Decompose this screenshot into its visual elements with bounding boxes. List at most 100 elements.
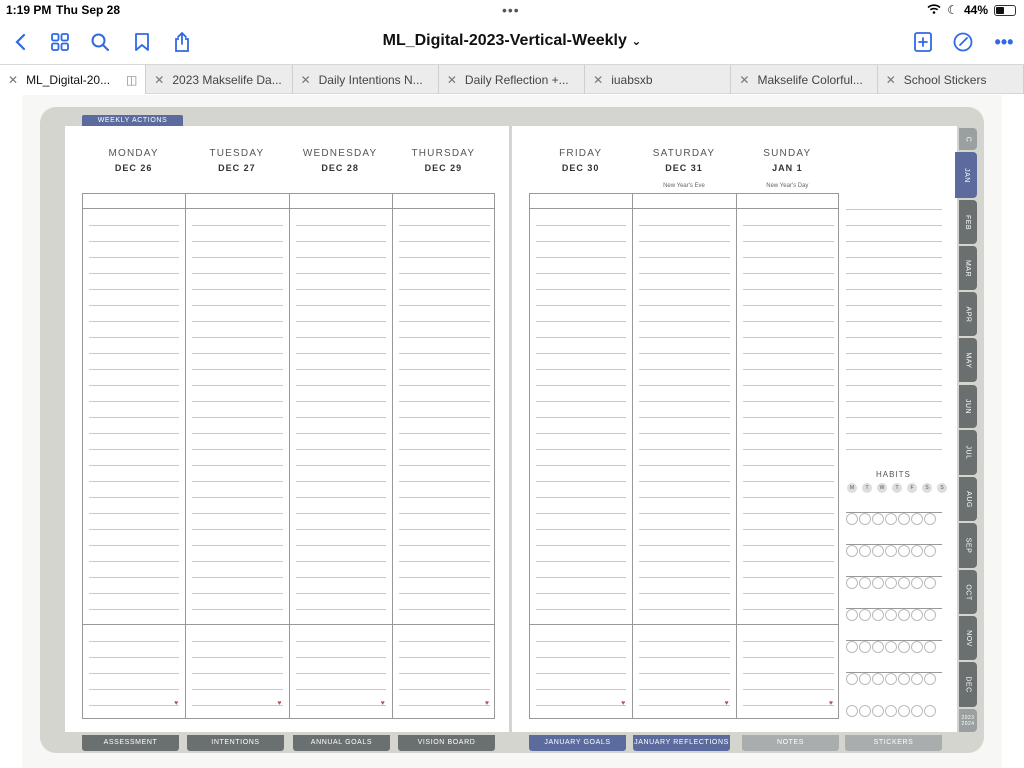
habit-check-circle[interactable] — [885, 673, 897, 685]
habit-check-circle[interactable] — [872, 577, 884, 589]
month-tab[interactable]: AUG — [959, 477, 977, 521]
habit-check-circle[interactable] — [859, 513, 871, 525]
month-tab[interactable]: NOV — [959, 616, 977, 660]
day-column[interactable]: ♥ — [83, 194, 187, 718]
bottom-tab[interactable]: NOTES — [742, 735, 839, 751]
month-tab[interactable]: C — [959, 128, 977, 150]
habit-check-circle[interactable] — [898, 609, 910, 621]
add-page-icon[interactable] — [909, 28, 937, 56]
document-tab[interactable]: ✕ ML_Digital-20... ◫ — [0, 65, 147, 94]
habit-check-circle[interactable] — [872, 513, 884, 525]
bottom-tab[interactable]: STICKERS — [845, 735, 942, 751]
day-column[interactable]: ♥ — [186, 194, 290, 718]
habit-check-circle[interactable] — [859, 673, 871, 685]
habit-check-circle[interactable] — [911, 545, 923, 557]
habit-check-circle[interactable] — [911, 513, 923, 525]
bottom-tab[interactable]: INTENTIONS — [187, 735, 284, 751]
close-tab-icon[interactable]: ✕ — [886, 73, 896, 87]
month-tab[interactable]: MAR — [959, 246, 977, 290]
habit-row[interactable] — [846, 609, 942, 621]
document-tab[interactable]: ✕ Daily Reflection +... — [439, 65, 586, 94]
habit-row[interactable] — [846, 641, 942, 653]
close-tab-icon[interactable]: ✕ — [739, 73, 749, 87]
close-tab-icon[interactable]: ✕ — [593, 73, 603, 87]
habit-check-circle[interactable] — [846, 673, 858, 685]
close-tab-icon[interactable]: ✕ — [301, 73, 311, 87]
habit-row[interactable] — [846, 577, 942, 589]
habit-check-circle[interactable] — [924, 513, 936, 525]
month-tab[interactable]: JAN — [955, 152, 977, 198]
month-tab[interactable]: APR — [959, 292, 977, 336]
habit-check-circle[interactable] — [859, 705, 871, 717]
month-tab[interactable]: SEP — [959, 523, 977, 568]
habit-check-circle[interactable] — [911, 673, 923, 685]
habit-check-circle[interactable] — [859, 545, 871, 557]
habit-check-circle[interactable] — [898, 641, 910, 653]
habit-check-circle[interactable] — [872, 705, 884, 717]
bottom-tab[interactable]: ASSESSMENT — [82, 735, 179, 751]
close-tab-icon[interactable]: ✕ — [447, 73, 457, 87]
habit-check-circle[interactable] — [911, 577, 923, 589]
bottom-tab[interactable]: VISION BOARD — [398, 735, 495, 751]
habit-check-circle[interactable] — [846, 545, 858, 557]
month-tab[interactable]: MAY — [959, 338, 977, 382]
habit-check-circle[interactable] — [872, 641, 884, 653]
habit-check-circle[interactable] — [924, 705, 936, 717]
month-tab[interactable]: JUN — [959, 385, 977, 428]
document-tab[interactable]: ✕ iuabsxb — [585, 65, 732, 94]
habit-check-circle[interactable] — [924, 673, 936, 685]
habit-check-circle[interactable] — [885, 577, 897, 589]
month-tab[interactable]: OCT — [959, 570, 977, 614]
habit-row[interactable] — [846, 513, 942, 525]
month-tab[interactable]: DEC — [959, 662, 977, 707]
habit-check-circle[interactable] — [859, 577, 871, 589]
habit-row[interactable] — [846, 673, 942, 685]
document-tab[interactable]: ✕ Makselife Colorful... — [731, 65, 878, 94]
habit-check-circle[interactable] — [911, 641, 923, 653]
day-column[interactable]: ♥ — [290, 194, 393, 718]
habit-row[interactable] — [846, 705, 942, 717]
habit-check-circle[interactable] — [898, 673, 910, 685]
bottom-tab[interactable]: JANUARY GOALS — [529, 735, 626, 751]
habit-check-circle[interactable] — [846, 513, 858, 525]
habit-check-circle[interactable] — [885, 641, 897, 653]
document-tab[interactable]: ✕ School Stickers — [878, 65, 1024, 94]
habit-check-circle[interactable] — [924, 641, 936, 653]
planner-left-page[interactable]: MONDAY DEC 26 TUESDAY DEC 27 WEDNESDAY DEC 28… — [65, 126, 509, 732]
document-title[interactable]: ML_Digital-2023-Vertical-Weekly ⌄ — [0, 32, 1024, 50]
habit-check-circle[interactable] — [898, 545, 910, 557]
habit-check-circle[interactable] — [885, 705, 897, 717]
habit-row[interactable] — [846, 545, 942, 557]
habit-check-circle[interactable] — [846, 641, 858, 653]
close-tab-icon[interactable]: ✕ — [8, 73, 18, 87]
habit-check-circle[interactable] — [872, 673, 884, 685]
habit-check-circle[interactable] — [872, 609, 884, 621]
day-column[interactable]: ♥ — [393, 194, 496, 718]
habit-check-circle[interactable] — [924, 577, 936, 589]
month-tab[interactable]: 2023 2024 — [959, 709, 977, 732]
habit-check-circle[interactable] — [924, 545, 936, 557]
habit-check-circle[interactable] — [846, 609, 858, 621]
habit-check-circle[interactable] — [859, 641, 871, 653]
more-icon[interactable]: ••• — [990, 28, 1018, 56]
habit-check-circle[interactable] — [872, 545, 884, 557]
habit-check-circle[interactable] — [859, 609, 871, 621]
day-column[interactable]: ♥ — [530, 194, 634, 718]
bottom-tab[interactable]: ANNUAL GOALS — [293, 735, 390, 751]
habit-check-circle[interactable] — [885, 609, 897, 621]
day-column[interactable]: ♥ — [737, 194, 840, 718]
habit-check-circle[interactable] — [898, 705, 910, 717]
habit-check-circle[interactable] — [898, 577, 910, 589]
split-view-icon[interactable]: ◫ — [126, 73, 137, 87]
habit-check-circle[interactable] — [924, 609, 936, 621]
month-tab[interactable]: FEB — [959, 200, 977, 244]
bottom-tab[interactable]: JANUARY REFLECTIONS — [633, 735, 730, 751]
document-tab[interactable]: ✕ Daily Intentions N... — [293, 65, 439, 94]
multitask-dots-icon[interactable]: ••• — [502, 2, 520, 18]
document-tab[interactable]: ✕ 2023 Makselife Da... — [146, 65, 293, 94]
habit-check-circle[interactable] — [911, 705, 923, 717]
day-column[interactable]: ♥ — [633, 194, 737, 718]
habit-check-circle[interactable] — [846, 577, 858, 589]
habit-check-circle[interactable] — [898, 513, 910, 525]
habit-check-circle[interactable] — [911, 609, 923, 621]
